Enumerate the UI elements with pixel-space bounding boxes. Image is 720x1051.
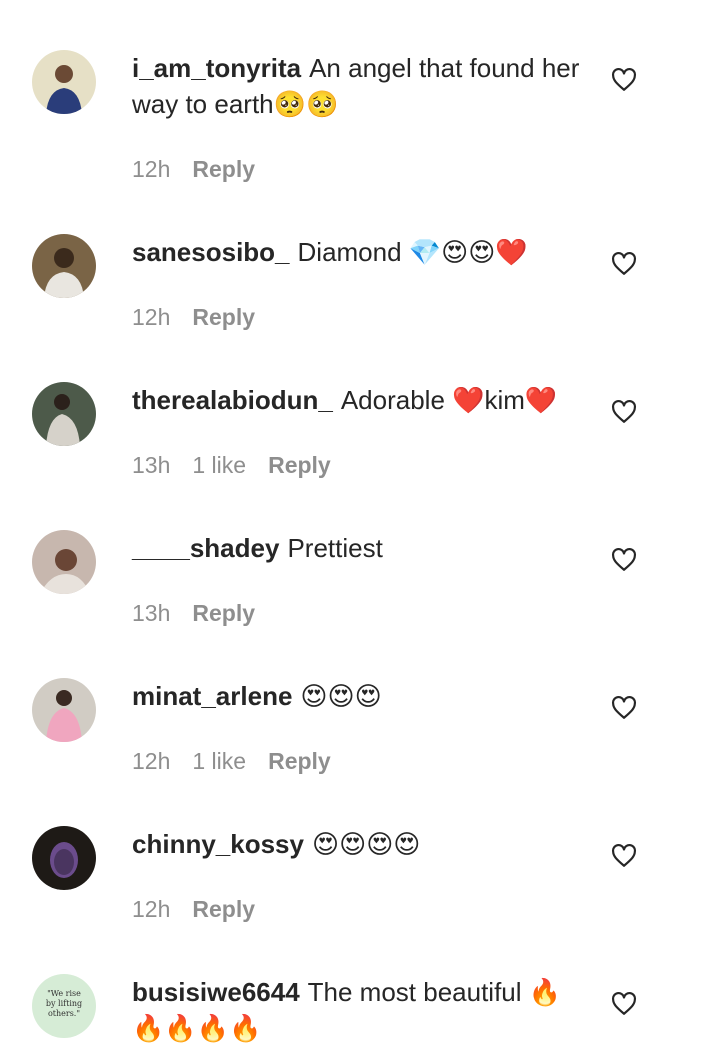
avatar-image	[32, 50, 96, 114]
comment-body: Adorable ❤️kim❤️	[340, 385, 558, 415]
avatar-caption-line: others."	[48, 1009, 80, 1018]
like-count[interactable]: 1 like	[192, 748, 246, 774]
comment-text-block: busisiwe6644 The most beautiful 🔥🔥🔥🔥🔥	[132, 974, 582, 1046]
avatar[interactable]	[32, 234, 96, 298]
comment-username[interactable]: ____shadey	[132, 533, 279, 563]
reply-button[interactable]: Reply	[192, 600, 255, 626]
comment-username[interactable]: chinny_kossy	[132, 829, 304, 859]
like-count[interactable]: 1 like	[192, 452, 246, 478]
comment-username[interactable]: therealabiodun_	[132, 385, 333, 415]
avatar[interactable]: "We rise by lifting others."	[32, 974, 96, 1038]
comment-text-block: i_am_tonyrita An angel that found her way…	[132, 50, 582, 122]
avatar-image	[32, 530, 96, 594]
comment-time: 13h	[132, 600, 171, 626]
reply-button[interactable]: Reply	[268, 748, 331, 774]
avatar-image: "We rise by lifting others."	[32, 974, 96, 1038]
avatar-image	[32, 234, 96, 298]
reply-button[interactable]: Reply	[192, 304, 255, 330]
comment-body: Diamond 💎😍😍❤️	[297, 237, 528, 267]
avatar-caption-line: by lifting	[46, 999, 82, 1008]
comment-time: 12h	[132, 748, 171, 774]
comment-meta: 13h Reply	[132, 600, 277, 627]
avatar-image	[32, 826, 96, 890]
comment-meta: 12h Reply	[132, 304, 277, 331]
avatar-image	[32, 382, 96, 446]
like-heart-icon[interactable]	[611, 695, 637, 721]
avatar[interactable]	[32, 826, 96, 890]
comment-time: 12h	[132, 304, 171, 330]
comment-username[interactable]: i_am_tonyrita	[132, 53, 301, 83]
reply-button[interactable]: Reply	[192, 896, 255, 922]
comment-time: 12h	[132, 896, 171, 922]
reply-button[interactable]: Reply	[268, 452, 331, 478]
like-heart-icon[interactable]	[611, 843, 637, 869]
comment-meta: 13h 1 like Reply	[132, 452, 353, 479]
comment-username[interactable]: sanesosibo_	[132, 237, 290, 267]
comment-meta: 12h 1 like Reply	[132, 748, 353, 775]
like-heart-icon[interactable]	[611, 67, 637, 93]
comment-body: 😍😍😍😍	[311, 829, 421, 859]
comment-text-block: sanesosibo_ Diamond 💎😍😍❤️	[132, 234, 582, 270]
avatar[interactable]	[32, 678, 96, 742]
comment-list: i_am_tonyrita An angel that found her way…	[0, 0, 720, 1051]
avatar[interactable]	[32, 530, 96, 594]
avatar-image	[32, 678, 96, 742]
reply-button[interactable]: Reply	[192, 156, 255, 182]
comment-text-block: ____shadey Prettiest	[132, 530, 582, 566]
avatar[interactable]	[32, 382, 96, 446]
comment-body: Prettiest	[287, 533, 383, 563]
comment-text-block: chinny_kossy 😍😍😍😍	[132, 826, 582, 862]
avatar[interactable]	[32, 50, 96, 114]
comment-username[interactable]: busisiwe6644	[132, 977, 300, 1007]
comment-text-block: minat_arlene 😍😍😍	[132, 678, 582, 714]
comment-meta: 12h Reply	[132, 896, 277, 923]
like-heart-icon[interactable]	[611, 991, 637, 1017]
comment-body: 😍😍😍	[300, 681, 382, 711]
comment-time: 13h	[132, 452, 171, 478]
comment-time: 12h	[132, 156, 171, 182]
comment-meta: 12h Reply	[132, 156, 277, 183]
comment-text-block: therealabiodun_ Adorable ❤️kim❤️	[132, 382, 582, 418]
avatar-caption-line: "We rise	[47, 989, 81, 998]
like-heart-icon[interactable]	[611, 399, 637, 425]
comment-username[interactable]: minat_arlene	[132, 681, 292, 711]
like-heart-icon[interactable]	[611, 251, 637, 277]
like-heart-icon[interactable]	[611, 547, 637, 573]
